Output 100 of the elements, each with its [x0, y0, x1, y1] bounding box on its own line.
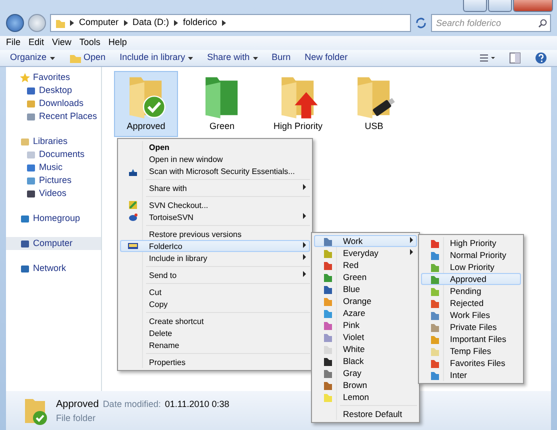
menu-item[interactable]: Restore Default: [314, 408, 418, 420]
menu-item[interactable]: Private Files: [421, 321, 522, 333]
menu-item[interactable]: Normal Priority: [421, 249, 522, 261]
folder-item[interactable]: High Priority: [266, 71, 330, 136]
chevron-icon: [124, 20, 128, 26]
toolbar-button[interactable]: Burn: [272, 51, 291, 65]
menu-item[interactable]: Favorites Files: [421, 357, 522, 369]
sidebar-item[interactable]: Recent Places: [6, 110, 101, 123]
menu-item[interactable]: View: [52, 36, 72, 50]
caret-icon: [188, 56, 194, 60]
folder-item[interactable]: Green: [190, 71, 254, 136]
menu-item[interactable]: Green: [314, 271, 418, 283]
address-bar[interactable]: Computer Data (D:) folderico: [50, 14, 411, 32]
menu-item[interactable]: Approved: [421, 273, 522, 285]
menu-item[interactable]: Scan with Microsoft Security Essentials...: [120, 165, 310, 177]
menu-item[interactable]: White: [314, 343, 418, 355]
menu-item[interactable]: Blue: [314, 283, 418, 295]
file-name: Approved: [56, 398, 99, 412]
submenu-arrow-icon: [302, 270, 306, 277]
minimize-button[interactable]: [463, 0, 487, 12]
date-value: 01.11.2010 0:38: [164, 398, 230, 411]
menu-item[interactable]: File: [6, 36, 21, 50]
menu-item[interactable]: Open: [120, 141, 310, 153]
file-type: File folder: [56, 412, 97, 425]
toolbar-button[interactable]: Include in library: [120, 51, 194, 65]
sidebar-item[interactable]: Videos: [6, 187, 101, 200]
menu-item[interactable]: Orange: [314, 295, 418, 307]
menu-item[interactable]: Rejected: [421, 297, 522, 309]
menu-item[interactable]: Help: [108, 36, 127, 50]
menu-item[interactable]: Everyday: [314, 247, 418, 259]
menu-item[interactable]: Pink: [314, 319, 418, 331]
toolbar-button[interactable]: Share with: [207, 51, 258, 65]
sidebar-item[interactable]: Music: [6, 161, 101, 174]
menu-item[interactable]: Cut: [120, 286, 310, 298]
menu-item[interactable]: Work Files: [421, 309, 522, 321]
menu-item[interactable]: Important Files: [421, 333, 522, 345]
sidebar-item[interactable]: Homegroup: [6, 212, 101, 225]
menu-item[interactable]: Include in library: [120, 252, 310, 264]
folder-check-icon: [22, 396, 48, 426]
menu-item[interactable]: Low Priority: [421, 261, 522, 273]
preview-pane-icon: [509, 52, 521, 64]
menu-item[interactable]: FolderIco: [120, 240, 310, 252]
menu-item[interactable]: SVN Checkout...: [120, 199, 310, 211]
forward-button[interactable]: [28, 14, 46, 32]
sidebar-item[interactable]: Libraries: [6, 135, 101, 148]
caret-icon: [252, 56, 258, 60]
menu-item[interactable]: Brown: [314, 379, 418, 391]
menu-item[interactable]: Share with: [120, 182, 310, 194]
close-button[interactable]: [513, 0, 553, 12]
menu-item[interactable]: Rename: [120, 339, 310, 351]
chevron-icon: [222, 20, 226, 26]
menu-item[interactable]: Copy: [120, 298, 310, 310]
chevron-icon: [70, 20, 74, 26]
sidebar-item[interactable]: Pictures: [6, 174, 101, 187]
menu-item[interactable]: Tools: [79, 36, 100, 50]
menu-item[interactable]: Work: [314, 235, 418, 247]
menu-item[interactable]: Edit: [28, 36, 44, 50]
menu-item[interactable]: Send to: [120, 269, 310, 281]
refresh-icon: [415, 17, 427, 29]
folder-item[interactable]: USB: [342, 71, 406, 136]
search-icon: [538, 19, 547, 28]
sidebar-item[interactable]: Computer: [6, 237, 101, 250]
date-label: Date modified:: [102, 398, 161, 411]
menu-item[interactable]: Delete: [120, 327, 310, 339]
menu-item[interactable]: Properties: [120, 356, 310, 368]
help-icon: [535, 52, 547, 64]
menu-item[interactable]: TortoiseSVN: [120, 211, 310, 223]
menu-item[interactable]: Inter: [421, 369, 522, 381]
menu-item[interactable]: Gray: [314, 367, 418, 379]
folder-item[interactable]: Approved: [114, 71, 178, 136]
toolbar-button[interactable]: Open: [68, 51, 106, 65]
menu-item[interactable]: Black: [314, 355, 418, 367]
sidebar-item[interactable]: Favorites: [6, 71, 101, 84]
menu-item[interactable]: Restore previous versions: [120, 228, 310, 240]
sidebar-icon: [20, 264, 30, 274]
toolbar-button[interactable]: Organize: [10, 51, 55, 65]
submenu-arrow-icon: [302, 212, 306, 219]
sidebar-icon: [20, 214, 30, 224]
menu-item[interactable]: Red: [314, 259, 418, 271]
toolbar-button[interactable]: New folder: [304, 51, 348, 65]
menu-item[interactable]: Temp Files: [421, 345, 522, 357]
back-button[interactable]: [6, 14, 24, 32]
sidebar-item[interactable]: Network: [6, 262, 101, 275]
menu-item[interactable]: Pending: [421, 285, 522, 297]
sidebar-item[interactable]: Documents: [6, 148, 101, 161]
menu-item[interactable]: Open in new window: [120, 153, 310, 165]
star-icon: [20, 72, 30, 82]
sidebar-icon: [20, 238, 30, 248]
sidebar-item[interactable]: Downloads: [6, 97, 101, 110]
menu-item[interactable]: Violet: [314, 331, 418, 343]
caret-icon: [50, 56, 55, 60]
menu-item[interactable]: High Priority: [421, 237, 522, 249]
menu-item[interactable]: Lemon: [314, 391, 418, 403]
menu-item[interactable]: Create shortcut: [120, 315, 310, 327]
search-field[interactable]: Search folderico: [431, 14, 551, 32]
chevron-icon: [174, 20, 178, 26]
menu-item[interactable]: Azare: [314, 307, 418, 319]
sidebar-item[interactable]: Desktop: [6, 84, 101, 97]
maximize-button[interactable]: [488, 0, 512, 12]
view-options-icon: [479, 53, 495, 63]
